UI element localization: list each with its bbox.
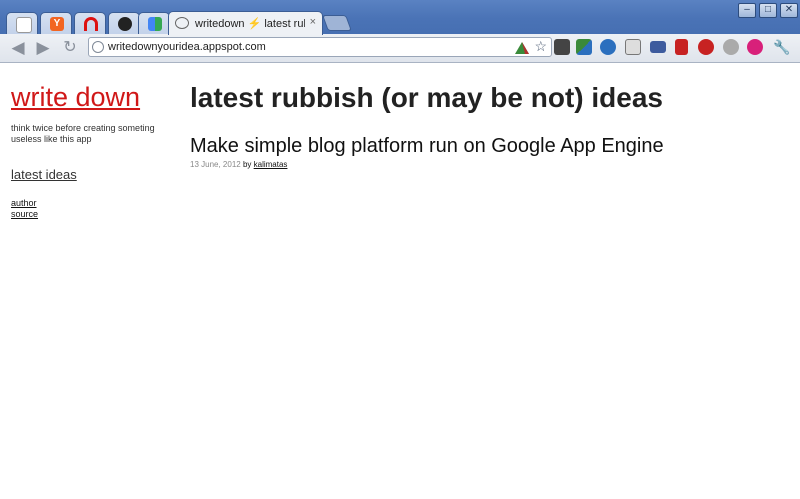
new-tab-button[interactable] (322, 15, 352, 31)
globe-extension-icon[interactable] (723, 39, 739, 55)
source-link[interactable]: source (11, 209, 171, 220)
plus-extension-icon[interactable] (747, 39, 763, 55)
browser-window-frame: Y writedown ⚡ latest rubbish (or may be … (0, 0, 800, 63)
ycombinator-icon: Y (50, 17, 64, 31)
sidebar: write down think twice before creating s… (11, 81, 171, 220)
main-content: latest rubbish (or may be not) ideas Mak… (190, 81, 780, 169)
forward-arrow-icon[interactable]: ▶ (33, 38, 53, 58)
google-icon (148, 17, 162, 31)
post-by: by (242, 160, 252, 169)
nav-latest-ideas[interactable]: latest ideas (11, 167, 171, 182)
reddit-icon (16, 17, 32, 33)
tab-active-writedown[interactable]: writedown ⚡ latest rubbish (or may be no… (168, 11, 323, 35)
writedown-favicon (175, 17, 189, 29)
site-title-link[interactable]: write down (11, 81, 171, 113)
screenshot-extension-icon[interactable] (554, 39, 570, 55)
tab-strip: Y writedown ⚡ latest rubbish (or may be … (0, 0, 800, 35)
post-title[interactable]: Make simple blog platform run on Google … (190, 133, 780, 159)
grid-extension-icon[interactable] (625, 39, 641, 55)
address-bar[interactable]: writedownyouridea.appspot.com ☆ (88, 37, 552, 57)
page-heading: latest rubbish (or may be not) ideas (190, 82, 663, 113)
maximize-button[interactable]: □ (759, 3, 777, 18)
site-tagline: think twice before creating someting use… (11, 123, 155, 144)
post-date: 13 June, 2012 (190, 160, 241, 169)
globe-icon (92, 41, 104, 53)
tab-reddit[interactable] (6, 12, 38, 34)
adblock-extension-icon[interactable] (698, 39, 714, 55)
wrench-icon[interactable]: 🔧 (773, 39, 790, 55)
evernote-extension-icon[interactable] (576, 39, 592, 55)
reload-icon[interactable]: ↻ (60, 38, 80, 58)
tab-title: writedown ⚡ latest rubbish (or may be no… (195, 18, 305, 30)
tab-arc[interactable] (74, 12, 106, 34)
arc-icon (84, 17, 98, 31)
page-content: write down think twice before creating s… (0, 63, 800, 499)
tab-ycombinator[interactable]: Y (40, 12, 72, 34)
tab-github[interactable] (108, 12, 140, 34)
php-extension-icon[interactable] (650, 41, 666, 53)
tab-google[interactable] (138, 12, 170, 34)
post-meta: 13 June, 2012 by kalimatas (190, 160, 780, 169)
post-author-link[interactable]: kalimatas (254, 160, 288, 169)
close-window-button[interactable]: ✕ (780, 3, 798, 18)
bookmark-star-icon[interactable]: ☆ (534, 38, 547, 55)
browser-toolbar: ◀ ▶ ↻ writedownyouridea.appspot.com ☆ 🔧 (0, 34, 800, 63)
minimize-button[interactable]: – (738, 3, 756, 18)
back-arrow-icon[interactable]: ◀ (8, 38, 28, 58)
chrome-extension-icon[interactable] (600, 39, 616, 55)
sidebar-links: author source (11, 198, 171, 220)
pagerank-icon[interactable] (515, 41, 529, 54)
url-text[interactable]: writedownyouridea.appspot.com (108, 41, 266, 53)
close-tab-icon[interactable]: × (310, 16, 316, 28)
github-icon (118, 17, 132, 31)
book-extension-icon[interactable] (675, 39, 688, 55)
author-link[interactable]: author (11, 198, 171, 209)
